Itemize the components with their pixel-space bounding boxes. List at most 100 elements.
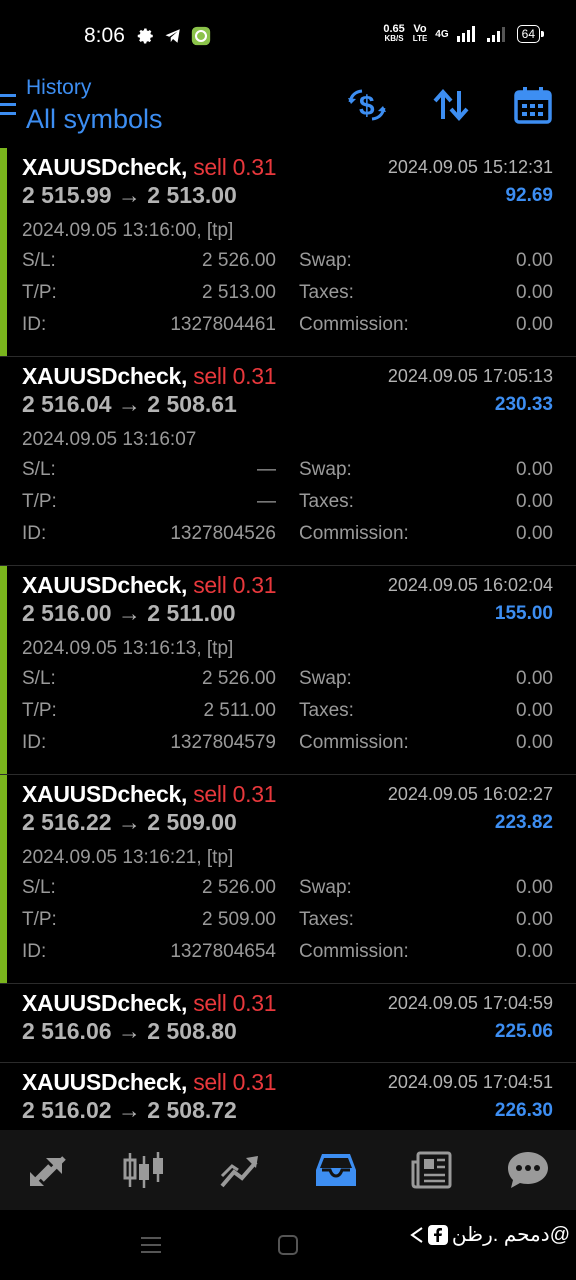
- swap-label: Swap:: [299, 668, 352, 689]
- commission-value: 0.00: [516, 941, 553, 962]
- deal-row-tp: T/P: 2 513.00 Taxes: 0.00: [22, 282, 553, 312]
- deal-close-time: 2024.09.05 17:05:13: [387, 366, 553, 386]
- status-bar: 8:06 0.65 KB/S Vo LTE 4G 64: [0, 0, 576, 72]
- taxes-value: 0.00: [516, 282, 553, 303]
- tp-indicator-bar: [0, 566, 7, 774]
- swap-value: 0.00: [516, 459, 553, 480]
- deal-comma: ,: [181, 1069, 188, 1095]
- sl-value: 2 526.00: [202, 250, 276, 271]
- taxes-label: Taxes:: [299, 282, 354, 303]
- currency-exchange-icon: $: [348, 89, 386, 121]
- nav-news[interactable]: [402, 1140, 462, 1200]
- nav-messages[interactable]: [498, 1140, 558, 1200]
- deal-row-id: ID: 1327804461 Commission: 0.00: [22, 314, 553, 344]
- header-title[interactable]: All symbols: [26, 104, 163, 135]
- deal-row-tp: T/P: 2 511.00 Taxes: 0.00: [22, 700, 553, 730]
- deal-open-time: 2024.09.05 13:16:21, [tp]: [22, 847, 234, 868]
- header-subtitle[interactable]: History: [26, 76, 91, 100]
- signal-icon: [456, 26, 475, 42]
- commission-label: Commission:: [299, 523, 409, 544]
- tp-label: T/P:: [22, 282, 57, 303]
- nav-history[interactable]: [306, 1140, 366, 1200]
- deal-profit: 223.82: [494, 812, 553, 833]
- volte-indicator: Vo LTE: [413, 24, 428, 44]
- deal-symbol: XAUUSDcheck: [22, 781, 182, 807]
- sl-value: —: [257, 459, 276, 480]
- deal-symbol: XAUUSDcheck: [22, 363, 182, 389]
- nav-quotes[interactable]: [18, 1140, 78, 1200]
- tp-value: 2 511.00: [203, 700, 276, 721]
- taxes-label: Taxes:: [299, 700, 354, 721]
- commission-value: 0.00: [516, 523, 553, 544]
- deal-side: sell 0.31: [193, 781, 277, 807]
- deal-row-id: ID: 1327804654 Commission: 0.00: [22, 941, 553, 971]
- tp-indicator-bar: [0, 148, 7, 356]
- deal-item[interactable]: XAUUSDcheck, sell 0.31 2024.09.05 16:02:…: [0, 775, 576, 984]
- id-value: 1327804654: [170, 941, 276, 962]
- swap-label: Swap:: [299, 877, 352, 898]
- facebook-icon: [427, 1224, 448, 1245]
- net-speed-value: 0.65: [383, 23, 405, 35]
- watermark-text: دمحم .رظن@: [451, 1224, 570, 1246]
- deal-side: sell 0.31: [193, 1069, 277, 1095]
- sl-label: S/L:: [22, 250, 56, 271]
- deal-item[interactable]: XAUUSDcheck, sell 0.31 2024.09.05 17:04:…: [0, 984, 576, 1063]
- commission-label: Commission:: [299, 732, 409, 753]
- status-icons-right: 0.65 KB/S Vo LTE 4G 64: [383, 23, 545, 44]
- deal-open-time: 2024.09.05 13:16:00, [tp]: [22, 220, 234, 241]
- deal-prices: 2 516.06 → 2 508.80: [22, 1018, 237, 1044]
- bottom-navigation: [0, 1130, 576, 1210]
- menu-icon[interactable]: [0, 94, 16, 121]
- id-label: ID:: [22, 941, 47, 962]
- deal-item[interactable]: XAUUSDcheck, sell 0.31 2024.09.05 16:02:…: [0, 566, 576, 775]
- swap-value: 0.00: [516, 877, 553, 898]
- deal-row-id: ID: 1327804579 Commission: 0.00: [22, 732, 553, 762]
- taxes-value: 0.00: [516, 909, 553, 930]
- deal-side: sell 0.31: [193, 572, 277, 598]
- deals-list: XAUUSDcheck, sell 0.31 2024.09.05 15:12:…: [0, 148, 576, 1141]
- status-icons-left: [137, 26, 211, 46]
- deal-profit: 155.00: [494, 603, 553, 624]
- deal-profit: 225.06: [494, 1021, 553, 1042]
- deal-symbol: XAUUSDcheck: [22, 572, 182, 598]
- recent-apps-icon[interactable]: [140, 1234, 162, 1256]
- commission-label: Commission:: [299, 314, 409, 335]
- svg-text:$: $: [359, 90, 375, 121]
- id-label: ID:: [22, 314, 47, 335]
- deal-comma: ,: [181, 363, 188, 389]
- back-triangle-icon: [410, 1226, 423, 1243]
- watermark: دمحم .رظن@: [410, 1222, 570, 1247]
- sl-value: 2 526.00: [202, 668, 276, 689]
- sl-label: S/L:: [22, 668, 56, 689]
- candlestick-icon: [123, 1152, 163, 1188]
- battery-indicator: 64: [516, 25, 545, 43]
- trend-line-icon: [220, 1156, 258, 1188]
- currency-exchange-button[interactable]: $: [346, 84, 388, 126]
- nav-trade[interactable]: [210, 1140, 270, 1200]
- deal-close-time: 2024.09.05 16:02:27: [387, 784, 553, 804]
- commission-label: Commission:: [299, 941, 409, 962]
- deal-row-sl: S/L: — Swap: 0.00: [22, 459, 553, 489]
- deal-open-time: 2024.09.05 13:16:07: [22, 429, 197, 450]
- deal-item[interactable]: XAUUSDcheck, sell 0.31 2024.09.05 17:05:…: [0, 357, 576, 566]
- tp-label: T/P:: [22, 909, 57, 930]
- sort-button[interactable]: [430, 84, 472, 126]
- home-icon[interactable]: [277, 1234, 299, 1256]
- taxes-label: Taxes:: [299, 909, 354, 930]
- deal-prices: 2 516.02 → 2 508.72: [22, 1097, 237, 1123]
- calendar-button[interactable]: [512, 84, 554, 126]
- deal-side: sell 0.31: [193, 363, 277, 389]
- sl-value: 2 526.00: [202, 877, 276, 898]
- deal-row-sl: S/L: 2 526.00 Swap: 0.00: [22, 668, 553, 698]
- newspaper-icon: [411, 1151, 452, 1189]
- sl-label: S/L:: [22, 877, 56, 898]
- sort-icon: [433, 88, 469, 122]
- deal-symbol-line: XAUUSDcheck, sell 0.31: [22, 572, 277, 599]
- deal-close-time: 2024.09.05 17:04:51: [387, 1072, 553, 1092]
- nav-chart[interactable]: [114, 1140, 174, 1200]
- status-time: 8:06: [84, 24, 125, 47]
- net-speed-unit: KB/S: [384, 34, 404, 43]
- deal-item[interactable]: XAUUSDcheck, sell 0.31 2024.09.05 15:12:…: [0, 148, 576, 357]
- tp-label: T/P:: [22, 491, 57, 512]
- taxes-value: 0.00: [516, 700, 553, 721]
